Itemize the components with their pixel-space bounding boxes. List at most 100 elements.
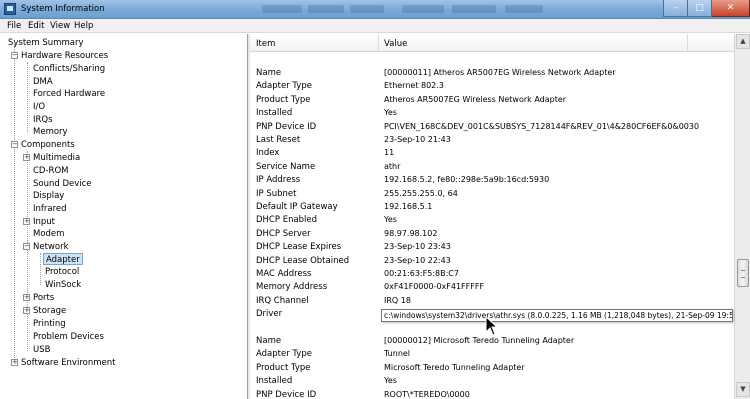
tree-item-display[interactable]: Display	[33, 190, 64, 202]
row-item: Index	[256, 148, 280, 159]
menu-edit[interactable]: Edit	[28, 21, 44, 31]
table-row[interactable]: DHCP Enabled Yes	[250, 214, 734, 227]
table-row[interactable]: Service Name athr	[250, 161, 734, 174]
column-header-value[interactable]: Value	[384, 39, 407, 49]
tree-item-network[interactable]: Network	[33, 241, 69, 253]
expand-icon[interactable]: +	[23, 294, 30, 301]
tree-item-io[interactable]: I/O	[33, 101, 45, 113]
tree-connector	[27, 151, 28, 351]
row-value: 23-Sep-10 21:43	[384, 135, 451, 144]
row-item: Service Name	[256, 161, 316, 172]
table-row[interactable]: DHCP Lease Expires 23-Sep-10 23:43	[250, 241, 734, 254]
row-item: IP Address	[256, 175, 301, 186]
details-list[interactable]: Item Value Name [00000011] Atheros AR5007…	[250, 34, 750, 399]
table-row[interactable]: PNP Device ID ROOT\*TEREDO\0000	[250, 389, 734, 399]
table-row[interactable]: DHCP Server 98.97.98.102	[250, 228, 734, 241]
maximize-button[interactable]: □	[688, 0, 712, 17]
table-row[interactable]: Last Reset 23-Sep-10 21:43	[250, 134, 734, 147]
expand-icon[interactable]: +	[23, 154, 30, 161]
row-value: Ethernet 802.3	[384, 81, 444, 91]
table-row[interactable]: Memory Address 0xF41F0000-0xF41FFFFF	[250, 281, 734, 294]
table-row[interactable]: MAC Address 00:21:63:F5:8B:C7	[250, 268, 734, 281]
table-row[interactable]: IP Subnet 255.255.255.0, 64	[250, 188, 734, 201]
tree-item-forced-hardware[interactable]: Forced Hardware	[33, 88, 105, 100]
tree-item-conflicts-sharing[interactable]: Conflicts/Sharing	[33, 63, 105, 75]
row-value: IRQ 18	[384, 295, 411, 305]
blurred-region	[262, 5, 302, 13]
column-separator[interactable]	[378, 34, 379, 52]
table-row[interactable]: Name [00000012] Microsoft Teredo Tunnelin…	[250, 335, 734, 348]
blurred-region	[308, 5, 344, 13]
tree-item-irqs[interactable]: IRQs	[33, 114, 53, 126]
tree-item-input[interactable]: Input	[33, 216, 55, 228]
driver-tooltip: c:\windows\system32\drivers\athr.sys (8.…	[381, 309, 733, 322]
scroll-thumb[interactable]	[737, 259, 749, 287]
column-header-item[interactable]: Item	[256, 39, 275, 49]
table-row[interactable]: IP Address 192.168.5.2, fe80::298e:5a9b:1…	[250, 174, 734, 187]
table-row[interactable]: DHCP Lease Obtained 23-Sep-10 22:43	[250, 255, 734, 268]
menu-help[interactable]: Help	[74, 21, 93, 31]
tree-item-usb[interactable]: USB	[33, 344, 50, 356]
tree-item-memory[interactable]: Memory	[33, 126, 68, 138]
close-button[interactable]: ✕	[712, 0, 750, 17]
scroll-down-arrow-icon[interactable]: ▼	[736, 382, 750, 397]
row-value: Tunnel	[384, 349, 411, 359]
row-value: 0xF41F0000-0xF41FFFFF	[384, 282, 485, 292]
title-bar[interactable]: System Information – □ ✕	[0, 0, 750, 19]
tree-item-storage[interactable]: Storage	[33, 305, 66, 317]
vertical-scrollbar[interactable]: ▲ ▼	[734, 34, 750, 399]
tree-item-modem[interactable]: Modem	[33, 228, 64, 240]
table-row[interactable]: PNP Device ID PCI\VEN_168C&DEV_001C&SUBSY…	[250, 121, 734, 134]
tree-item-adapter[interactable]: Adapter	[43, 253, 83, 265]
tree-item-software-environment[interactable]: Software Environment	[21, 357, 115, 369]
expand-icon[interactable]: +	[23, 307, 30, 314]
tree-item-sound-device[interactable]: Sound Device	[33, 178, 92, 190]
table-row[interactable]: Adapter Type Ethernet 802.3	[250, 80, 734, 93]
row-item: DHCP Enabled	[256, 215, 318, 226]
tree-connector	[40, 253, 41, 285]
table-row[interactable]: Installed Yes	[250, 375, 734, 388]
expand-icon[interactable]: +	[23, 218, 30, 225]
tree-item-multimedia[interactable]: Multimedia	[33, 152, 80, 164]
row-value: [00000012] Microsoft Teredo Tunneling Ad…	[384, 336, 575, 345]
blurred-region	[402, 5, 444, 13]
table-row[interactable]: IRQ Channel IRQ 18	[250, 295, 734, 308]
tree-item-dma[interactable]: DMA	[33, 76, 53, 88]
row-item: PNP Device ID	[256, 121, 317, 132]
minimize-button[interactable]: –	[663, 0, 688, 17]
scroll-up-arrow-icon[interactable]: ▲	[736, 34, 750, 49]
row-item: Name	[256, 68, 282, 78]
table-row[interactable]: Adapter Type Tunnel	[250, 348, 734, 361]
tree-connector	[27, 62, 28, 132]
menu-view[interactable]: View	[50, 21, 70, 31]
collapse-icon[interactable]: −	[11, 141, 18, 148]
table-row[interactable]: Default IP Gateway 192.168.5.1	[250, 201, 734, 214]
table-row[interactable]: Index 11	[250, 147, 734, 160]
category-tree[interactable]: System Summary − Hardware Resources Conf…	[0, 34, 248, 399]
column-separator[interactable]	[687, 34, 688, 52]
tree-item-printing[interactable]: Printing	[33, 318, 66, 330]
tree-item-winsock[interactable]: WinSock	[45, 279, 81, 291]
tree-item-infrared[interactable]: Infrared	[33, 203, 67, 215]
table-row[interactable]: Product Type Microsoft Teredo Tunneling A…	[250, 362, 734, 375]
tree-item-problem-devices[interactable]: Problem Devices	[33, 331, 104, 343]
row-value: 255.255.255.0, 64	[384, 188, 458, 198]
tree-item-hardware-resources[interactable]: Hardware Resources	[21, 50, 108, 62]
table-row[interactable]: Installed Yes	[250, 107, 734, 120]
row-value: Yes	[384, 215, 397, 225]
list-header: Item Value	[250, 34, 734, 52]
expand-icon[interactable]: +	[11, 359, 18, 366]
menu-file[interactable]: File	[7, 21, 21, 31]
tree-item-protocol[interactable]: Protocol	[45, 266, 79, 278]
row-item: Adapter Type	[256, 349, 312, 360]
table-row[interactable]: Product Type Atheros AR5007EG Wireless Ne…	[250, 94, 734, 107]
tree-item-cd-rom[interactable]: CD-ROM	[33, 165, 68, 177]
tree-item-components[interactable]: Components	[21, 139, 75, 151]
collapse-icon[interactable]: −	[23, 243, 30, 250]
row-item: Installed	[256, 376, 293, 387]
table-row[interactable]: Name [00000011] Atheros AR5007EG Wireless…	[250, 67, 734, 80]
row-value: 23-Sep-10 23:43	[384, 242, 451, 252]
tree-item-ports[interactable]: Ports	[33, 292, 54, 304]
collapse-icon[interactable]: −	[11, 52, 18, 59]
tree-item-system-summary[interactable]: System Summary	[8, 37, 83, 49]
